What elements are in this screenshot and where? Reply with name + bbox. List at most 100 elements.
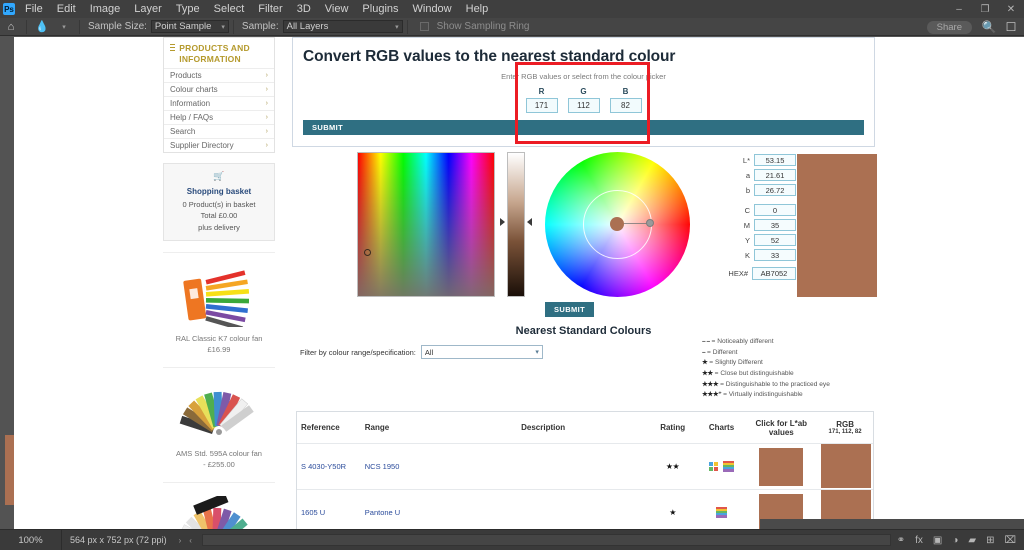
- show-sampling-ring-checkbox[interactable]: [419, 22, 429, 31]
- colour-wheel-handle[interactable]: [646, 219, 654, 227]
- hex-input[interactable]: AB7052: [752, 267, 796, 280]
- show-sampling-ring-label: Show Sampling Ring: [436, 21, 530, 32]
- sidebar-item-label: Help / FAQs: [170, 113, 214, 123]
- scroll-track[interactable]: [201, 534, 891, 546]
- r-input[interactable]: 171: [525, 98, 558, 113]
- legend-mark: – –: [702, 338, 710, 345]
- sidebar-item-label: Information: [170, 99, 211, 109]
- shopping-basket[interactable]: 🛒 Shopping basket 0 Product(s) in basket…: [163, 163, 275, 242]
- sample-size-select[interactable]: Point Sample ▾: [150, 20, 229, 33]
- colour-chart-icon[interactable]: [715, 507, 727, 518]
- link-layers-icon[interactable]: ⚭: [897, 535, 905, 546]
- sidebar-item-help-faqs[interactable]: Help / FAQs ›: [164, 110, 274, 124]
- column-header-rgb: RGB 171, 112, 82: [817, 420, 873, 435]
- product-ncs-index[interactable]: NCS Index 1950 colour fan: [163, 481, 275, 529]
- cmyk-c-input[interactable]: 0: [754, 204, 796, 216]
- sample-value: All Layers: [286, 21, 329, 32]
- menu-select[interactable]: Select: [207, 0, 252, 18]
- minimize-icon[interactable]: –: [946, 0, 972, 18]
- new-layer-icon[interactable]: ⊞: [986, 535, 994, 546]
- legend-text: = Distinguishable to the practiced eye: [720, 380, 830, 388]
- chevron-down-icon: ▾: [535, 349, 539, 356]
- zoom-level[interactable]: 100%: [0, 529, 62, 550]
- sample-select[interactable]: All Layers ▾: [282, 20, 403, 33]
- sidebar-item-search[interactable]: Search ›: [164, 124, 274, 138]
- chevron-down-icon[interactable]: ▾: [53, 18, 75, 36]
- legend-item: ★★★⁺ = Virtually indistinguishable: [702, 390, 877, 401]
- cell-range[interactable]: NCS 1950: [361, 462, 439, 471]
- new-group-icon[interactable]: ▰: [968, 535, 976, 546]
- basket-title: Shopping basket: [186, 187, 252, 197]
- lab-colour-chip: [759, 447, 804, 486]
- cell-lab-swatch[interactable]: [745, 447, 817, 486]
- selected-colour-swatch: [797, 154, 877, 297]
- document-canvas[interactable]: PRODUCTS AND INFORMATION Products › Colo…: [14, 37, 1024, 529]
- layer-style-icon[interactable]: fx: [915, 535, 923, 546]
- menu-image[interactable]: Image: [83, 0, 128, 18]
- menu-layer[interactable]: Layer: [127, 0, 169, 18]
- b-input[interactable]: 82: [609, 98, 642, 113]
- rgb-input-row: R 171 G 112 B 82: [303, 87, 864, 113]
- cmyk-m-input[interactable]: 35: [754, 219, 796, 231]
- home-icon[interactable]: ⌂: [0, 18, 22, 36]
- chevron-right-icon: ›: [265, 142, 268, 150]
- rgb-submit-button[interactable]: SUBMIT: [303, 120, 864, 135]
- sidebar-item-colour-charts[interactable]: Colour charts ›: [164, 82, 274, 96]
- menu-window[interactable]: Window: [406, 0, 459, 18]
- delete-layer-icon[interactable]: ⌧: [1004, 535, 1016, 546]
- lab-b-input[interactable]: 26.72: [754, 184, 796, 196]
- colour-chart-icon[interactable]: [723, 461, 735, 472]
- cell-range[interactable]: Pantone U: [361, 508, 439, 517]
- layer-mask-icon[interactable]: ▣: [933, 535, 942, 546]
- status-expand-icon[interactable]: ›: [175, 536, 186, 545]
- search-icon[interactable]: 🔍: [978, 18, 1000, 36]
- product-ral-k7[interactable]: RAL Classic K7 colour fan £16.99: [163, 252, 275, 356]
- menu-file[interactable]: File: [18, 0, 50, 18]
- menu-type[interactable]: Type: [169, 0, 207, 18]
- cell-charts[interactable]: [697, 461, 745, 472]
- g-input[interactable]: 112: [567, 98, 600, 113]
- workspace-icon[interactable]: ☐: [1000, 18, 1022, 36]
- eyedropper-icon[interactable]: 💧: [31, 18, 53, 36]
- legend-mark: ★★★: [702, 380, 719, 388]
- product-ams-595a[interactable]: AMS Std. 595A colour fan - £255.00: [163, 367, 275, 471]
- close-icon[interactable]: ✕: [998, 0, 1024, 18]
- colour-chart-icon[interactable]: [708, 461, 720, 472]
- website-main: Convert RGB values to the nearest standa…: [292, 37, 877, 529]
- website-screenshot: PRODUCTS AND INFORMATION Products › Colo…: [14, 37, 1024, 529]
- cmyk-k-input[interactable]: 33: [754, 249, 796, 261]
- brightness-handle-left-icon[interactable]: [500, 218, 505, 226]
- sidebar-item-supplier-directory[interactable]: Supplier Directory ›: [164, 138, 274, 152]
- cell-reference[interactable]: S 4030-Y50R: [297, 462, 361, 471]
- cell-charts[interactable]: [697, 507, 745, 518]
- brightness-handle-right-icon[interactable]: [527, 218, 532, 226]
- sidebar-item-information[interactable]: Information ›: [164, 96, 274, 110]
- menu-help[interactable]: Help: [459, 0, 496, 18]
- menu-view[interactable]: View: [318, 0, 356, 18]
- options-bar: ⌂ 💧 ▾ Sample Size: Point Sample ▾ Sample…: [0, 18, 1024, 36]
- menu-edit[interactable]: Edit: [50, 0, 83, 18]
- share-button[interactable]: Share: [926, 20, 972, 34]
- restore-icon[interactable]: ❐: [972, 0, 998, 18]
- column-header-rgb-values: 171, 112, 82: [828, 429, 862, 435]
- status-collapse-icon[interactable]: ‹: [185, 536, 196, 545]
- sv-marker[interactable]: [364, 249, 371, 256]
- saturation-value-square[interactable]: [357, 152, 495, 297]
- nav-header[interactable]: PRODUCTS AND INFORMATION: [164, 38, 274, 68]
- cmyk-k-row: K 33: [726, 249, 796, 261]
- chevron-right-icon: ›: [265, 128, 268, 136]
- adjustment-layer-icon[interactable]: ◑: [952, 535, 958, 546]
- menu-3d[interactable]: 3D: [290, 0, 318, 18]
- cmyk-y-input[interactable]: 52: [754, 234, 796, 246]
- sidebar-item-products[interactable]: Products ›: [164, 68, 274, 82]
- menu-plugins[interactable]: Plugins: [355, 0, 405, 18]
- picker-submit-button[interactable]: SUBMIT: [545, 302, 595, 317]
- menu-filter[interactable]: Filter: [251, 0, 289, 18]
- table-row[interactable]: S 4030-Y50R NCS 1950 ★★: [297, 443, 873, 490]
- brightness-slider[interactable]: [507, 152, 525, 297]
- product-name: AMS Std. 595A colour fan: [176, 449, 262, 459]
- lab-a-input[interactable]: 21.61: [754, 169, 796, 181]
- filter-select[interactable]: All ▾: [420, 345, 543, 359]
- lab-l-input[interactable]: 53.15: [754, 154, 796, 166]
- cell-reference[interactable]: 1605 U: [297, 508, 361, 517]
